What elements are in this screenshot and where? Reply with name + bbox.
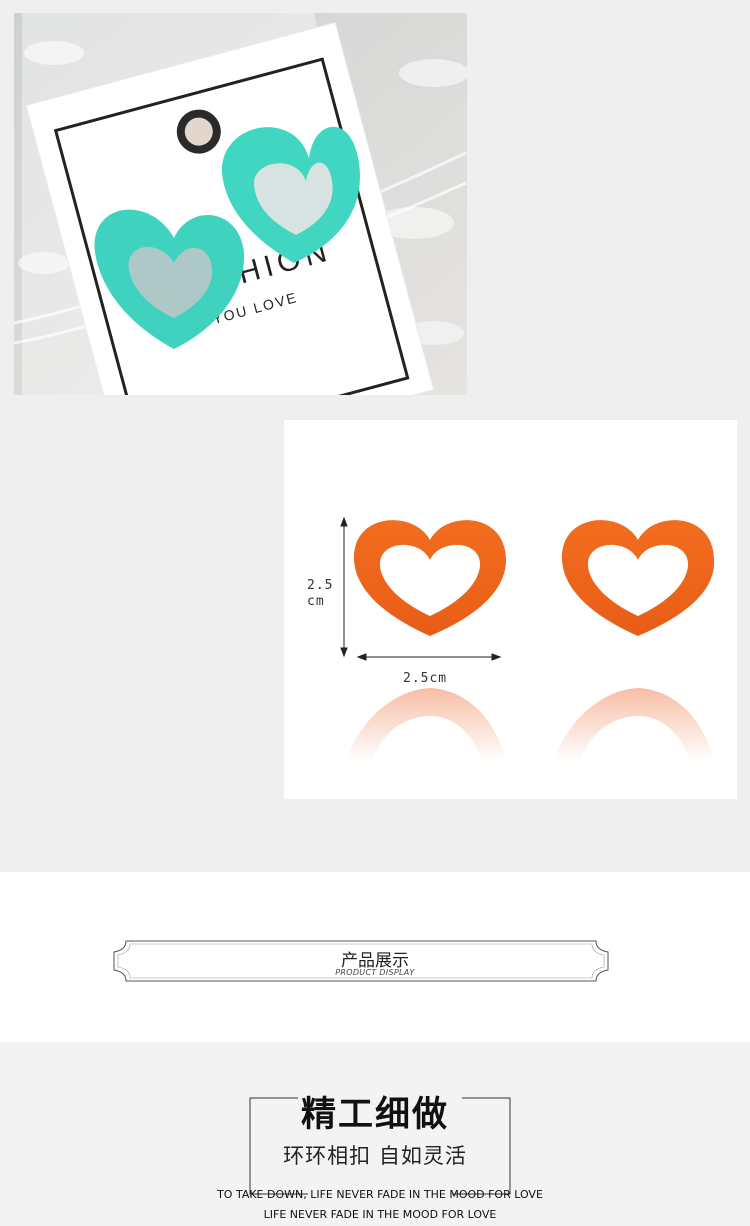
height-value-label: 2.5 [307, 578, 334, 593]
footer-subtitle: 环环相扣 自如灵活 [283, 1144, 467, 1168]
size-chart-card: 2.5 cm 2.5cm [284, 420, 737, 799]
product-gallery-section: FASHION YOU LOVE 2.5 cm 2.5cm [0, 0, 750, 872]
banner-subtitle: PRODUCT DISPLAY [335, 968, 415, 977]
footer-english-line-1: TO TAKE DOWN, LIFE NEVER FADE IN THE MOO… [217, 1188, 543, 1201]
craftsmanship-section: 精工细做 环环相扣 自如灵活 TO TAKE DOWN, LIFE NEVER … [0, 1042, 750, 1226]
product-photo: FASHION YOU LOVE [14, 13, 467, 395]
orange-earring-left [353, 520, 506, 636]
earring-reflection [346, 688, 714, 762]
footer-title: 精工细做 [300, 1095, 449, 1135]
footer-english-line-2: LIFE NEVER FADE IN THE MOOD FOR LOVE [263, 1208, 497, 1221]
height-unit-label: cm [307, 594, 325, 609]
product-display-banner: 产品展示 PRODUCT DISPLAY [0, 872, 750, 1042]
orange-earring-right [561, 520, 715, 636]
width-label: 2.5cm [403, 671, 448, 686]
